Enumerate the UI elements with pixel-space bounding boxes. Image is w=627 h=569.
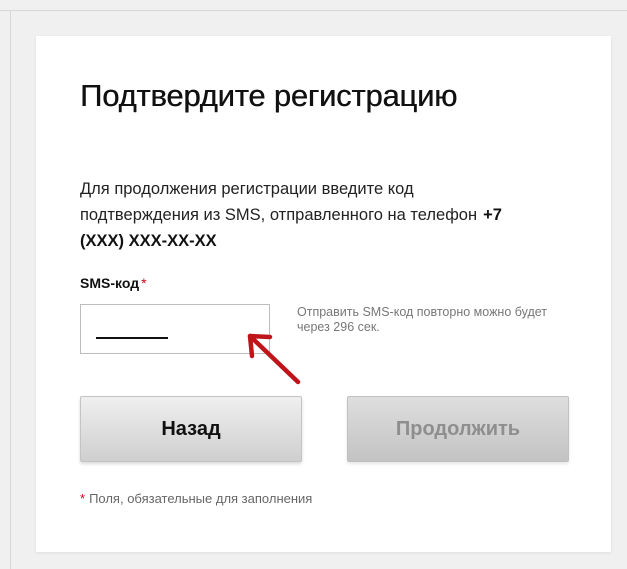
required-asterisk-footnote: * <box>80 491 86 506</box>
required-fields-text: Поля, обязательные для заполнения <box>89 491 313 506</box>
instruction-body: Для продолжения регистрации введите код … <box>80 180 478 224</box>
page-title: Подтвердите регистрацию <box>80 78 458 113</box>
back-button[interactable]: Назад <box>80 396 302 462</box>
resend-countdown-note: Отправить SMS-код повторно можно будет ч… <box>297 305 548 334</box>
page-top-border <box>0 10 627 11</box>
page-left-border <box>10 10 11 569</box>
arrow-pointer-icon <box>247 333 301 385</box>
required-asterisk: * <box>141 275 147 291</box>
required-fields-note: * Поля, обязательные для заполнения <box>80 491 312 506</box>
sms-code-label-text: SMS-код <box>80 275 140 291</box>
instruction-text: Для продолжения регистрации введите код … <box>80 176 520 254</box>
sms-code-mask <box>96 337 168 339</box>
sms-code-label: SMS-код * <box>80 275 147 291</box>
continue-button[interactable]: Продолжить <box>347 396 569 462</box>
